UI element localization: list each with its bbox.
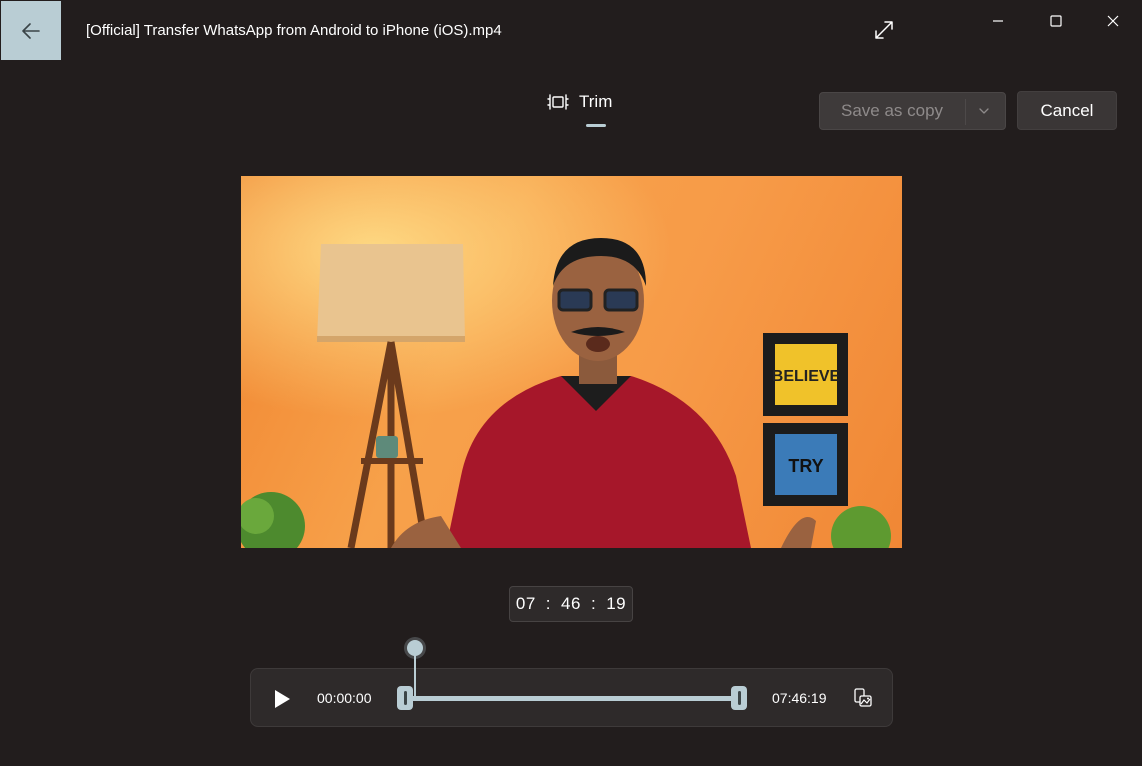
video-frame-image: BELIEVE TRY (241, 176, 902, 548)
close-button[interactable] (1101, 10, 1125, 32)
timecode-seconds: 19 (606, 594, 627, 613)
save-frame-icon (854, 688, 872, 707)
playhead-knob[interactable] (407, 640, 423, 656)
grip-icon (737, 691, 741, 705)
play-button[interactable] (271, 688, 293, 710)
end-time: 07:46:19 (772, 690, 827, 706)
play-icon (275, 690, 290, 708)
arrow-left-icon (22, 22, 40, 39)
start-time: 00:00:00 (317, 690, 372, 706)
timecode-display[interactable]: 07 : 46 : 19 (509, 586, 633, 622)
tab-selected-indicator (586, 124, 606, 127)
trim-start-handle[interactable] (397, 686, 413, 710)
trim-icon (547, 94, 569, 110)
cancel-button[interactable]: Cancel (1017, 91, 1117, 130)
sign-try-text: TRY (788, 456, 823, 476)
grip-icon (403, 691, 407, 705)
timecode-hours: 07 (515, 594, 536, 613)
timecode-minutes: 46 (561, 594, 581, 613)
save-as-copy-label: Save as copy (841, 101, 944, 120)
playhead-line (414, 652, 416, 698)
sign-believe-text: BELIEVE (772, 368, 841, 385)
chevron-down-icon[interactable] (978, 105, 990, 117)
back-button[interactable] (1, 1, 61, 60)
minimize-button[interactable] (986, 10, 1010, 32)
split-divider (965, 99, 966, 125)
tab-trim-label: Trim (579, 92, 613, 111)
save-as-copy-button[interactable]: Save as copy (819, 92, 1006, 130)
trim-end-handle[interactable] (731, 686, 747, 710)
title-bar: [Official] Transfer WhatsApp from Androi… (0, 0, 1142, 61)
close-icon (1107, 15, 1119, 27)
video-preview[interactable]: BELIEVE TRY (241, 176, 902, 548)
expand-arrows-icon (875, 21, 893, 39)
expand-button[interactable] (872, 18, 896, 42)
save-frame-button[interactable] (852, 687, 874, 709)
tab-trim[interactable]: Trim (547, 92, 612, 112)
player-controls: 00:00:00 07:46:19 (250, 668, 893, 727)
maximize-button[interactable] (1044, 10, 1068, 32)
trim-track[interactable] (406, 696, 739, 701)
timecode-separator: : (545, 594, 552, 613)
maximize-icon (1050, 15, 1062, 27)
timecode-separator: : (590, 594, 597, 613)
window-title: [Official] Transfer WhatsApp from Androi… (86, 22, 502, 39)
minimize-icon (993, 20, 1003, 22)
